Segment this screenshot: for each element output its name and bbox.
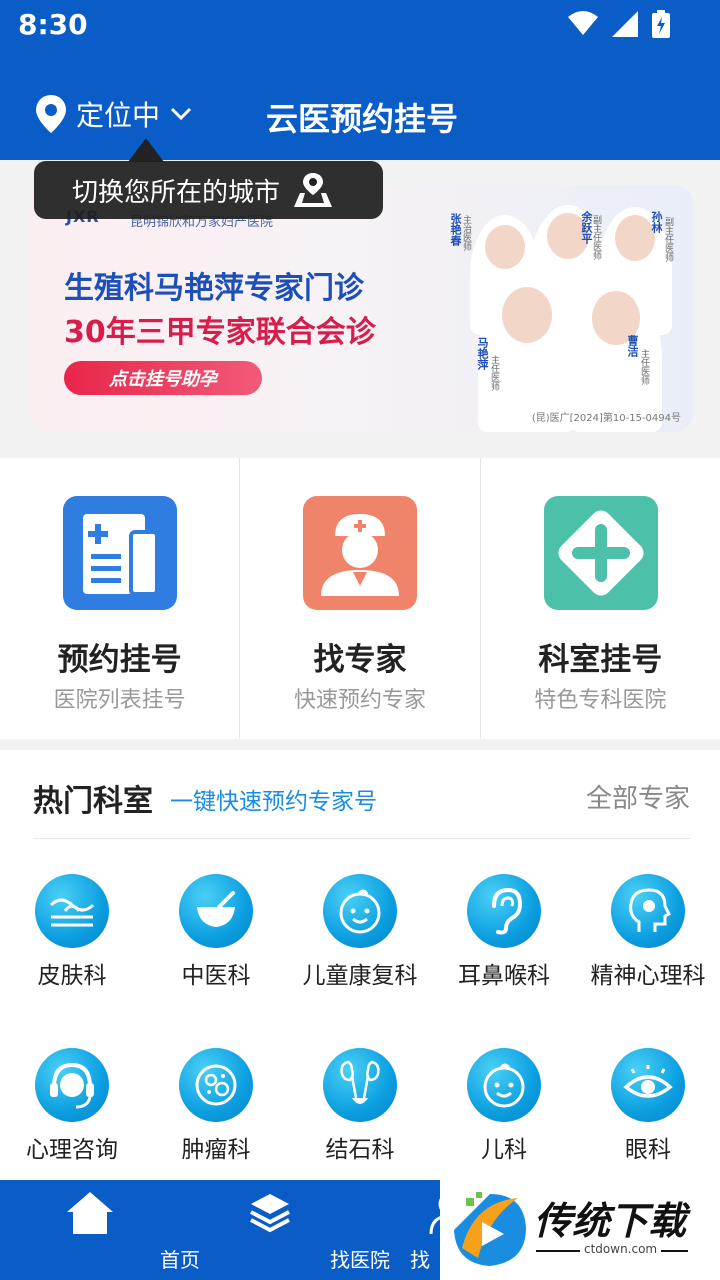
ad-certificate: (昆)医广[2024]第10-15-0494号	[531, 413, 681, 424]
doctor-icon	[303, 496, 418, 610]
head-brain-icon	[611, 874, 685, 948]
dept-psychiatry[interactable]: 精神心理科	[576, 874, 720, 990]
location-label: 定位中	[76, 99, 161, 132]
status-bar: 8:30	[0, 0, 720, 50]
service-subtitle: 医院列表挂号	[53, 688, 186, 713]
dept-label: 眼科	[625, 1137, 671, 1163]
banner-headline-2: 30年三甲专家联合会诊	[64, 315, 376, 350]
medical-cross-icon	[543, 496, 658, 610]
page-title: 云医预约挂号	[266, 100, 459, 138]
nav-home[interactable]: 首页	[0, 1180, 200, 1280]
tooltip-arrow	[128, 138, 164, 162]
all-experts-link[interactable]: 全部专家	[586, 778, 690, 815]
layers-icon	[250, 1194, 290, 1233]
banner-headline-1: 生殖科马艳萍专家门诊	[64, 271, 364, 306]
service-subtitle: 快速预约专家	[293, 688, 426, 713]
dept-label: 皮肤科	[37, 963, 107, 989]
dept-label: 肿瘤科	[181, 1137, 251, 1163]
doctor-role: 副主任医师	[591, 215, 601, 260]
skin-icon	[35, 874, 109, 948]
service-title: 找专家	[313, 642, 407, 678]
watermark: 传统下载 ctdown.com	[440, 1180, 720, 1280]
dept-ophthalmology[interactable]: 眼科	[576, 1048, 720, 1164]
location-selector[interactable]: 定位中	[36, 94, 192, 134]
dept-label: 精神心理科	[590, 963, 706, 989]
dept-counseling[interactable]: 心理咨询	[0, 1048, 144, 1164]
service-subtitle: 特色专科医院	[534, 688, 667, 713]
service-appointment[interactable]: 预约挂号 医院列表挂号	[0, 458, 241, 739]
ear-icon	[467, 874, 541, 948]
dept-label: 儿科	[481, 1137, 527, 1163]
doctor-role: 主治医师	[461, 215, 471, 251]
dept-label: 儿童康复科	[302, 963, 418, 989]
wifi-icon	[568, 11, 598, 35]
kidney-icon	[323, 1048, 397, 1122]
status-time: 8:30	[18, 8, 88, 41]
location-pin-icon	[36, 95, 66, 133]
child-face-icon	[323, 874, 397, 948]
dept-stone[interactable]: 结石科	[288, 1048, 432, 1164]
map-location-icon	[294, 173, 333, 207]
headset-icon	[35, 1048, 109, 1122]
tooltip-text: 切换您所在的城市	[72, 177, 281, 208]
hot-departments: 热门科室 一键快速预约专家号 全部专家 皮肤科 中医科 儿童康复科 耳鼻喉科 精…	[0, 750, 720, 1180]
service-department[interactable]: 科室挂号 特色专科医院	[481, 458, 720, 739]
status-icons	[568, 10, 670, 38]
dept-pediatrics[interactable]: 儿科	[432, 1048, 576, 1164]
doctor-role: 主任医师	[639, 349, 649, 385]
home-icon	[67, 1192, 113, 1234]
city-switch-tooltip[interactable]: 切换您所在的城市	[34, 161, 383, 219]
hospital-list-icon	[63, 496, 177, 610]
watermark-url: ctdown.com	[580, 1242, 662, 1256]
doctor-role: 主任医师	[489, 355, 499, 391]
section-title: 热门科室	[33, 784, 153, 819]
dept-skin[interactable]: 皮肤科	[0, 874, 144, 990]
banner-cta-button[interactable]: 点击挂号助孕	[64, 361, 262, 395]
app-header: 8:30 定位中 云医预约挂号	[0, 0, 720, 160]
service-find-expert[interactable]: 找专家 快速预约专家	[240, 458, 481, 739]
promo-banner[interactable]: JXR 昆明锦欣和万家妇产医院 生殖科马艳萍专家门诊 30年三甲专家联合会诊 点…	[30, 185, 693, 432]
divider	[33, 838, 690, 839]
dept-label: 中医科	[181, 963, 251, 989]
dept-label: 耳鼻喉科	[458, 963, 550, 989]
watermark-logo-icon	[454, 1192, 526, 1266]
service-title: 预约挂号	[57, 642, 182, 678]
watermark-text: 传统下载	[534, 1199, 687, 1243]
signal-icon	[612, 11, 638, 37]
dept-label: 结石科	[325, 1137, 395, 1163]
dept-child-rehab[interactable]: 儿童康复科	[288, 874, 432, 990]
cell-icon	[179, 1048, 253, 1122]
dept-label: 心理咨询	[26, 1137, 118, 1163]
baby-face-icon	[467, 1048, 541, 1122]
dept-ent[interactable]: 耳鼻喉科	[432, 874, 576, 990]
section-subtitle: 一键快速预约专家号	[170, 789, 377, 815]
dept-tcm[interactable]: 中医科	[144, 874, 288, 990]
nav-row: 定位中 云医预约挂号	[0, 88, 720, 142]
dept-oncology[interactable]: 肿瘤科	[144, 1048, 288, 1164]
eye-icon	[611, 1048, 685, 1122]
battery-icon	[652, 10, 670, 38]
quick-services: 预约挂号 医院列表挂号 找专家 快速预约专家 科室挂号 特色专科医院	[0, 458, 720, 739]
mortar-icon	[179, 874, 253, 948]
doctor-role: 副主任医师	[663, 217, 673, 262]
chevron-down-icon	[170, 107, 192, 121]
service-title: 科室挂号	[538, 642, 663, 678]
